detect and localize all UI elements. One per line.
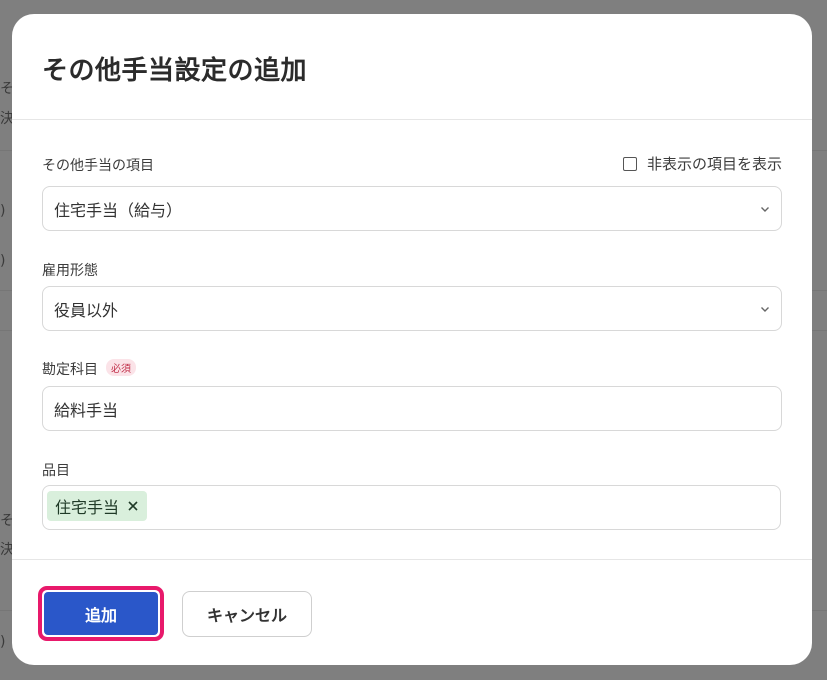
close-icon[interactable] [127, 500, 139, 512]
employment-type-select[interactable]: 役員以外 [42, 286, 782, 331]
item-tag-label: 住宅手当 [55, 498, 120, 517]
item-label: 品目 [42, 463, 70, 479]
employment-type-label: 雇用形態 [42, 263, 98, 279]
account-input[interactable]: 給料手当 [42, 386, 782, 431]
item-tag: 住宅手当 [47, 491, 148, 521]
dialog-header: その他手当設定の追加 [12, 14, 812, 120]
account-value: 給料手当 [54, 400, 119, 420]
required-badge: 必須 [106, 359, 136, 376]
dialog-title: その他手当設定の追加 [42, 56, 308, 86]
background-text: ) [0, 634, 6, 650]
account-label: 勘定科目 必須 [42, 359, 136, 379]
cancel-button[interactable]: キャンセル [182, 591, 312, 637]
add-allowance-dialog: その他手当設定の追加 その他手当の項目 非表示の項目を表示 住宅手当（給与） 雇… [12, 14, 812, 665]
allowance-item-value: 住宅手当（給与） [54, 200, 183, 220]
employment-type-value: 役員以外 [54, 300, 119, 320]
item-tag-input[interactable]: 住宅手当 [42, 485, 781, 530]
dialog-footer: 追加 キャンセル [12, 559, 812, 665]
show-hidden-toggle[interactable]: 非表示の項目を表示 [622, 153, 782, 174]
background-text: ) [0, 203, 6, 219]
chevron-down-icon [761, 307, 769, 312]
add-button[interactable]: 追加 [44, 592, 158, 635]
show-hidden-checkbox[interactable] [622, 156, 637, 171]
allowance-item-select[interactable]: 住宅手当（給与） [42, 186, 782, 231]
background-text: ) [0, 253, 6, 269]
chevron-down-icon [761, 207, 769, 212]
allowance-item-label: その他手当の項目 [42, 158, 154, 174]
account-label-text: 勘定科目 [42, 362, 98, 378]
show-hidden-label: 非表示の項目を表示 [646, 155, 782, 173]
